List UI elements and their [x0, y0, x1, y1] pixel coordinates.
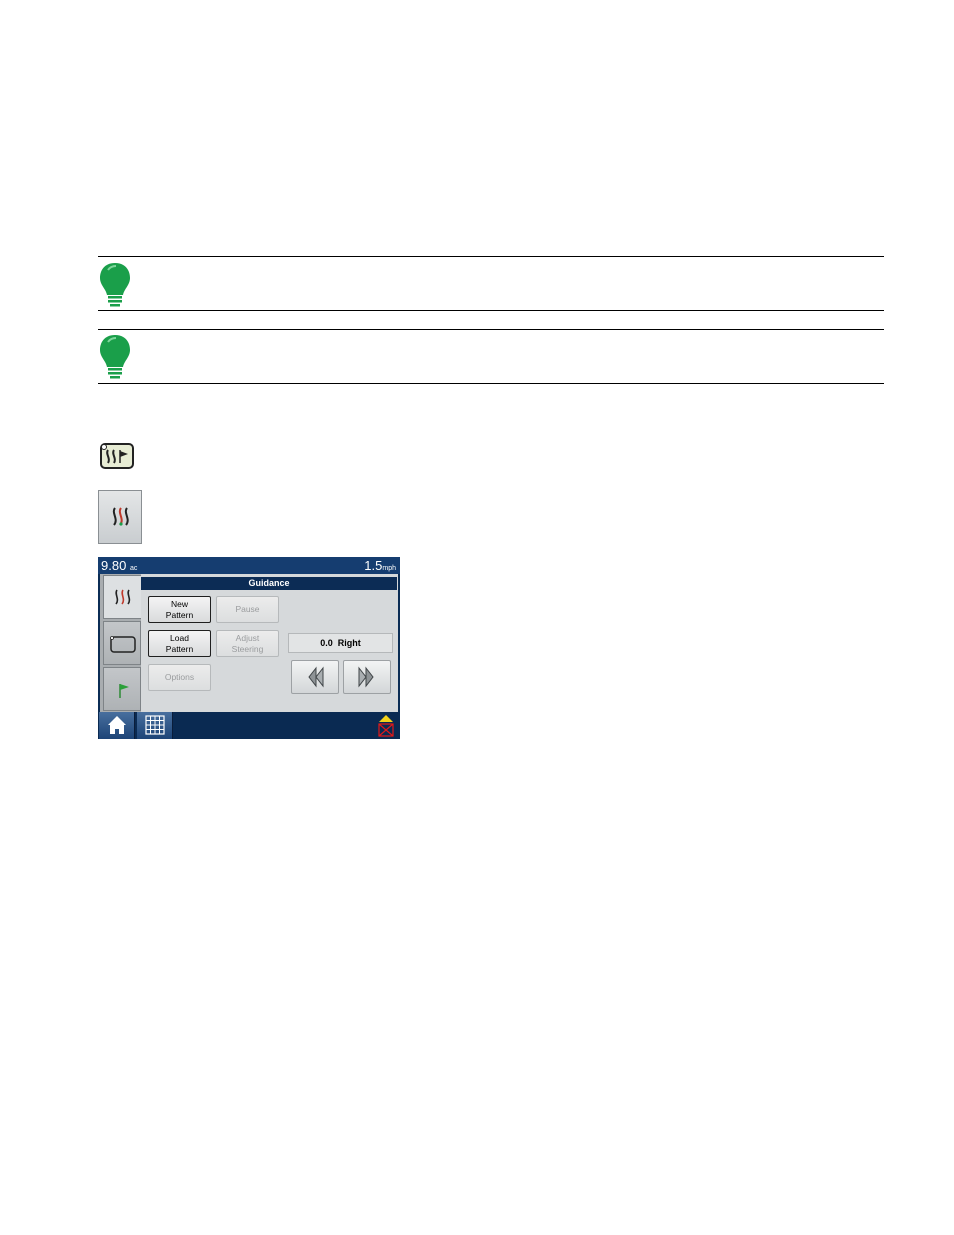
note-top-rule	[98, 256, 884, 257]
flag-icon	[119, 684, 129, 698]
speed-unit: mph	[382, 565, 396, 572]
tab-field[interactable]	[103, 621, 141, 665]
note2-top-rule	[98, 329, 884, 330]
nudge-left-button[interactable]	[291, 660, 339, 694]
page-title: Guidance	[141, 577, 397, 590]
field-boundary-icon	[110, 636, 136, 653]
guidance-screen: 9.80 ac 1.5mph Guidance New Pattern Paus…	[98, 557, 400, 739]
guidance-tab-icon	[98, 490, 142, 544]
speed-value: 1.5	[364, 558, 383, 573]
offset-readout: 0.0 Right	[288, 633, 393, 653]
status-bar: 9.80 ac 1.5mph	[98, 557, 400, 574]
double-chevron-right-icon	[358, 666, 374, 688]
double-chevron-left-icon	[308, 666, 324, 688]
guidance-map-icon	[100, 443, 134, 469]
area-unit: ac	[129, 565, 138, 572]
guidance-lines-icon	[115, 589, 131, 605]
note-divider-rule	[98, 310, 884, 311]
home-icon	[108, 716, 126, 734]
home-button[interactable]	[99, 712, 135, 739]
options-button[interactable]: Options	[148, 664, 211, 691]
grid-icon	[145, 715, 165, 735]
guidance-content: Guidance New Pattern Pause Load Pattern …	[141, 574, 398, 712]
tip-bulb-icon	[100, 335, 130, 379]
main-panel: Guidance New Pattern Pause Load Pattern …	[100, 574, 398, 712]
pause-button[interactable]: Pause	[216, 596, 279, 623]
side-tabs	[100, 574, 141, 712]
tip-bulb-icon	[100, 263, 130, 307]
nudge-right-button[interactable]	[343, 660, 391, 694]
tab-marks[interactable]	[103, 667, 141, 711]
area-value: 9.80	[101, 558, 127, 573]
menu-grid-button[interactable]	[137, 712, 173, 739]
note2-bottom-rule	[98, 383, 884, 384]
new-pattern-button[interactable]: New Pattern	[148, 596, 211, 623]
gps-status-icon[interactable]	[376, 714, 396, 738]
bottom-bar	[98, 712, 400, 739]
adjust-steering-button[interactable]: Adjust Steering	[216, 630, 279, 657]
tab-guidance[interactable]	[103, 575, 141, 619]
load-pattern-button[interactable]: Load Pattern	[148, 630, 211, 657]
